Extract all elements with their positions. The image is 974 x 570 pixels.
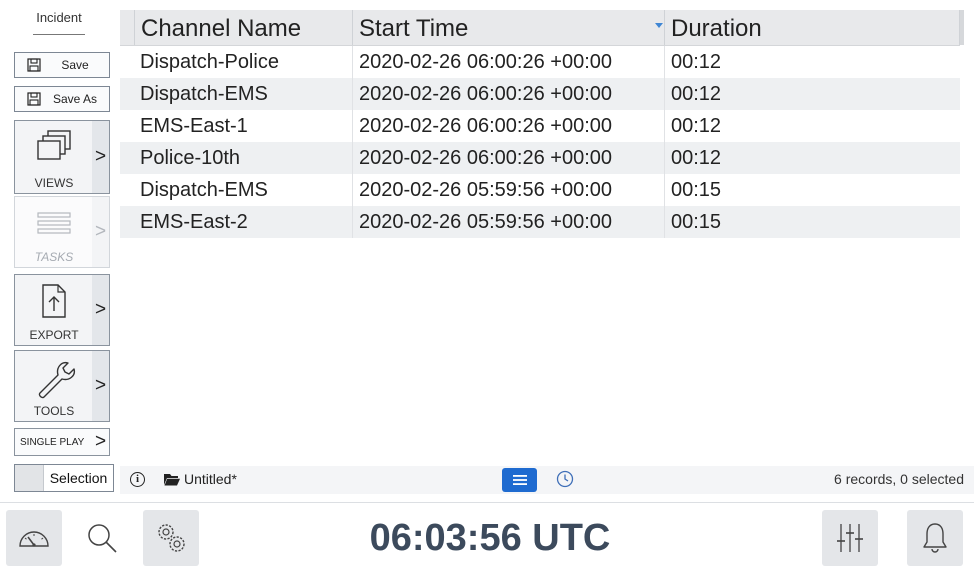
gears-icon <box>158 524 185 552</box>
list-view-button[interactable] <box>502 468 537 492</box>
list-icon <box>512 475 527 485</box>
single-play-button[interactable]: SINGLE PLAY > <box>14 428 110 456</box>
audio-mixer-button[interactable] <box>822 510 878 566</box>
table-row[interactable]: EMS-East-1 2020-02-26 06:00:26 +00:00 00… <box>120 110 960 142</box>
cell-channel-name: Police-10th <box>140 147 241 169</box>
speedometer-icon <box>19 531 49 547</box>
save-disk-icon <box>27 58 41 72</box>
table-row[interactable]: Dispatch-Police 2020-02-26 06:00:26 +00:… <box>120 46 960 78</box>
selection-toggle[interactable]: Selection <box>14 464 114 492</box>
cell-duration: 00:12 <box>664 46 960 78</box>
incident-filename: Untitled* <box>184 471 237 487</box>
cell-duration: 00:12 <box>664 78 960 110</box>
search-icon <box>88 524 117 553</box>
table-row[interactable]: Dispatch-EMS 2020-02-26 05:59:56 +00:00 … <box>120 174 960 206</box>
tasks-label: TASKS <box>34 250 74 264</box>
views-chevron-icon: > <box>92 121 109 193</box>
status-bar: i Untitled* 6 records, 0 selected <box>120 466 974 494</box>
recordings-table: Channel Name Start Time Duration Dispatc… <box>120 10 964 465</box>
tools-button[interactable]: TOOLS > <box>14 350 110 422</box>
tools-chevron-icon: > <box>92 351 109 421</box>
table-row[interactable]: Dispatch-EMS 2020-02-26 06:00:26 +00:00 … <box>120 78 960 110</box>
save-button-label: Save <box>61 58 89 72</box>
cell-start-time: 2020-02-26 06:00:26 +00:00 <box>352 78 664 110</box>
notifications-button[interactable] <box>907 510 963 566</box>
mixer-sliders-icon <box>837 524 863 552</box>
incident-title-underline <box>33 34 85 35</box>
save-button[interactable]: Save <box>14 52 110 78</box>
search-button[interactable] <box>74 510 130 566</box>
cell-channel-name: Dispatch-Police <box>140 51 279 73</box>
tasks-list-icon <box>15 197 93 249</box>
table-row[interactable]: EMS-East-2 2020-02-26 05:59:56 +00:00 00… <box>120 206 960 238</box>
timeline-view-button[interactable] <box>556 470 574 491</box>
cell-duration: 00:12 <box>664 142 960 174</box>
single-play-chevron-icon: > <box>94 431 107 452</box>
export-label: EXPORT <box>29 328 79 342</box>
incident-title: Incident <box>36 10 82 25</box>
selection-toggle-knob <box>15 465 44 491</box>
cell-start-time: 2020-02-26 06:00:26 +00:00 <box>352 46 664 78</box>
left-sidebar: Incident Save Save As VIEWS > TASKS > EX… <box>0 0 118 500</box>
cell-start-time: 2020-02-26 05:59:56 +00:00 <box>352 174 664 206</box>
cell-duration: 00:15 <box>664 206 960 238</box>
column-header-start-time[interactable]: Start Time <box>352 10 664 45</box>
tools-wrench-icon <box>15 351 93 403</box>
cell-start-time: 2020-02-26 05:59:56 +00:00 <box>352 206 664 238</box>
column-header-duration[interactable]: Duration <box>664 10 960 45</box>
cell-start-time: 2020-02-26 06:00:26 +00:00 <box>352 110 664 142</box>
views-button[interactable]: VIEWS > <box>14 120 110 194</box>
folder-icon <box>164 473 180 489</box>
cell-duration: 00:15 <box>664 174 960 206</box>
clock-icon <box>556 470 574 488</box>
views-stacked-windows-icon <box>15 121 93 173</box>
tasks-chevron-icon: > <box>92 197 109 267</box>
save-as-button[interactable]: Save As <box>14 86 110 112</box>
records-count: 6 records, 0 selected <box>834 471 964 487</box>
utc-clock: 06:03:56 UTC <box>369 517 611 559</box>
bottom-divider <box>0 502 974 503</box>
selection-toggle-label: Selection <box>49 470 108 486</box>
dashboard-button[interactable] <box>6 510 62 566</box>
table-scrollbar[interactable] <box>960 10 964 45</box>
table-row[interactable]: Police-10th 2020-02-26 06:00:26 +00:00 0… <box>120 142 960 174</box>
info-icon[interactable]: i <box>130 472 145 487</box>
bell-icon <box>923 523 947 553</box>
table-header: Channel Name Start Time Duration <box>120 10 960 46</box>
cell-start-time: 2020-02-26 06:00:26 +00:00 <box>352 142 664 174</box>
save-as-disk-icon <box>27 92 41 106</box>
column-header-channel-name[interactable]: Channel Name <box>134 10 352 45</box>
export-chevron-icon: > <box>92 275 109 345</box>
views-label: VIEWS <box>34 176 74 190</box>
sort-descending-icon <box>655 23 663 28</box>
tasks-button[interactable]: TASKS > <box>14 196 110 268</box>
export-upload-icon <box>15 275 93 327</box>
export-button[interactable]: EXPORT > <box>14 274 110 346</box>
save-as-button-label: Save As <box>52 92 98 106</box>
single-play-label: SINGLE PLAY <box>20 436 85 448</box>
cell-channel-name: Dispatch-EMS <box>140 83 268 105</box>
cell-channel-name: EMS-East-2 <box>140 211 248 233</box>
tools-label: TOOLS <box>33 404 75 418</box>
settings-button[interactable] <box>143 510 199 566</box>
cell-channel-name: EMS-East-1 <box>140 115 248 137</box>
cell-channel-name: Dispatch-EMS <box>140 179 268 201</box>
cell-duration: 00:12 <box>664 110 960 142</box>
